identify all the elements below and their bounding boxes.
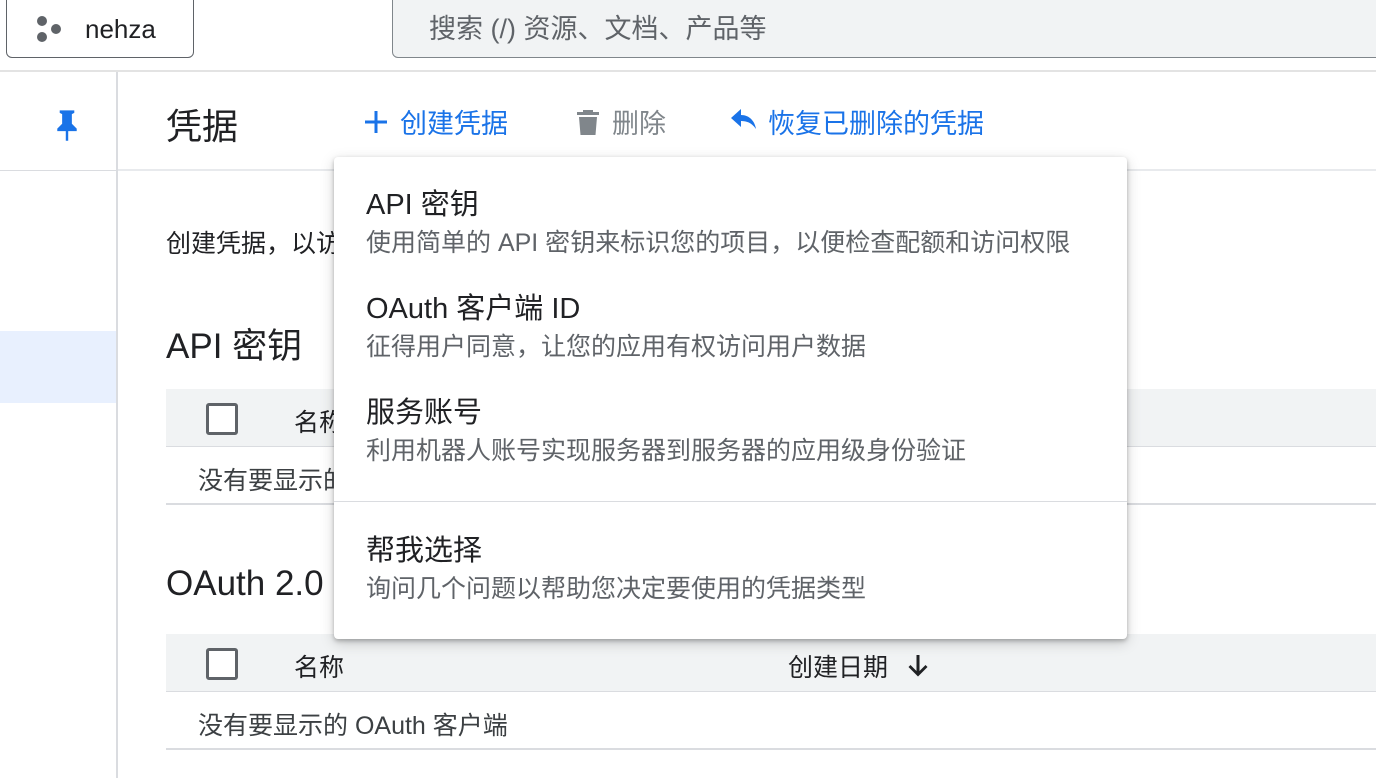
- search-bar[interactable]: [392, 0, 1376, 58]
- project-name: nehza: [85, 13, 156, 44]
- menu-divider: [334, 501, 1127, 502]
- menu-item-title: API 密钥: [366, 189, 479, 221]
- oauth-table-header: 名称 创建日期: [166, 634, 1376, 692]
- left-rail: [0, 72, 118, 778]
- search-input[interactable]: [429, 13, 1229, 45]
- menu-item-oauth-client-id[interactable]: OAuth 客户端 ID 征得用户同意，让您的应用有权访问用户数据: [334, 291, 1127, 363]
- rail-active-item[interactable]: [0, 331, 116, 403]
- delete-label: 删除: [612, 109, 666, 139]
- topbar-divider: [0, 70, 1376, 72]
- restore-deleted-button[interactable]: 恢复已删除的凭据: [728, 102, 984, 141]
- project-selector[interactable]: nehza: [6, 0, 194, 58]
- column-created-date[interactable]: 创建日期: [788, 648, 932, 684]
- menu-item-description: 利用机器人账号实现服务器到服务器的应用级身份验证: [366, 437, 967, 465]
- arrow-down-icon: [908, 655, 928, 677]
- menu-item-title: 帮我选择: [366, 535, 483, 567]
- plus-icon: [365, 110, 387, 133]
- restore-deleted-label: 恢复已删除的凭据: [768, 109, 984, 139]
- oauth-empty-row: 没有要显示的 OAuth 客户端: [166, 692, 1376, 750]
- menu-item-title: 服务账号: [366, 397, 483, 429]
- oauth-heading: OAuth 2.0: [166, 564, 324, 603]
- select-all-checkbox[interactable]: [206, 648, 238, 680]
- menu-item-description: 征得用户同意，让您的应用有权访问用户数据: [366, 333, 867, 361]
- menu-item-title: OAuth 客户端 ID: [366, 293, 581, 325]
- pin-icon[interactable]: [52, 108, 82, 142]
- column-name[interactable]: 名称: [294, 648, 344, 684]
- delete-button[interactable]: 删除: [572, 102, 666, 141]
- undo-icon: [731, 108, 756, 129]
- menu-item-help-me-choose[interactable]: 帮我选择 询问几个问题以帮助您决定要使用的凭据类型: [334, 533, 1127, 605]
- project-hexagon-icon: [35, 14, 65, 44]
- rail-divider: [0, 170, 118, 171]
- create-credentials-menu: API 密钥 使用简单的 API 密钥来标识您的项目，以便检查配额和访问权限 O…: [334, 157, 1127, 639]
- menu-item-description: 询问几个问题以帮助您决定要使用的凭据类型: [366, 575, 867, 603]
- menu-item-api-key[interactable]: API 密钥 使用简单的 API 密钥来标识您的项目，以便检查配额和访问权限: [334, 187, 1127, 259]
- page-title: 凭据: [166, 106, 239, 147]
- select-all-checkbox[interactable]: [206, 403, 238, 435]
- column-created-date-label: 创建日期: [788, 654, 889, 682]
- api-keys-heading: API 密钥: [166, 327, 303, 366]
- create-credentials-label: 创建凭据: [400, 109, 508, 139]
- trash-icon: [577, 109, 599, 135]
- menu-item-service-account[interactable]: 服务账号 利用机器人账号实现服务器到服务器的应用级身份验证: [334, 395, 1127, 467]
- intro-text: 创建凭据，以访: [166, 230, 342, 258]
- menu-item-description: 使用简单的 API 密钥来标识您的项目，以便检查配额和访问权限: [366, 229, 1071, 257]
- create-credentials-button[interactable]: 创建凭据: [360, 102, 508, 141]
